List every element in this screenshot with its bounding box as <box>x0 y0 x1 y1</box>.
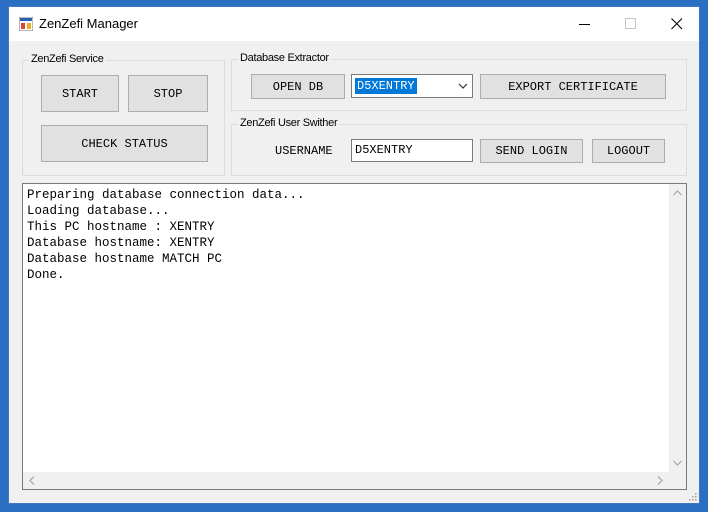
logout-button[interactable]: LOGOUT <box>592 139 665 163</box>
maximize-icon <box>625 18 636 29</box>
maximize-button[interactable] <box>608 7 654 41</box>
app-icon <box>19 17 33 31</box>
user-switcher-label: ZenZefi User Swither <box>238 117 340 129</box>
log-line: This PC hostname : XENTRY <box>27 220 215 234</box>
scroll-down-icon[interactable] <box>673 460 682 466</box>
scroll-up-icon[interactable] <box>673 190 682 196</box>
log-line: Database hostname: XENTRY <box>27 236 215 250</box>
scroll-left-icon[interactable] <box>29 476 35 485</box>
database-extractor-label: Database Extractor <box>238 52 331 64</box>
username-label: USERNAME <box>275 144 333 158</box>
service-group-label: ZenZefi Service <box>29 53 106 65</box>
vertical-scrollbar[interactable] <box>669 184 686 472</box>
window-title: ZenZefi Manager <box>39 16 138 31</box>
log-text: Preparing database connection data... Lo… <box>27 187 305 283</box>
check-status-button[interactable]: CHECK STATUS <box>41 125 208 162</box>
start-button[interactable]: START <box>41 75 119 112</box>
open-db-button[interactable]: OPEN DB <box>251 74 345 99</box>
log-line: Loading database... <box>27 204 170 218</box>
scrollbar-corner <box>669 472 686 489</box>
resize-grip-icon[interactable] <box>687 491 697 501</box>
export-certificate-button[interactable]: EXPORT CERTIFICATE <box>480 74 666 99</box>
send-login-button[interactable]: SEND LOGIN <box>480 139 583 163</box>
chevron-down-icon <box>458 83 468 89</box>
log-line: Preparing database connection data... <box>27 188 305 202</box>
main-window: ZenZefi Manager ZenZefi Service START ST… <box>8 6 700 504</box>
close-icon <box>671 18 683 30</box>
minimize-button[interactable] <box>562 7 608 41</box>
database-select-value: D5XENTRY <box>355 78 417 94</box>
minimize-icon <box>579 24 590 25</box>
title-bar[interactable]: ZenZefi Manager <box>9 7 699 41</box>
log-output[interactable]: Preparing database connection data... Lo… <box>22 183 687 490</box>
horizontal-scrollbar[interactable] <box>23 472 669 489</box>
stop-button[interactable]: STOP <box>128 75 208 112</box>
log-line: Database hostname MATCH PC <box>27 252 223 266</box>
scroll-right-icon[interactable] <box>657 476 663 485</box>
database-select[interactable]: D5XENTRY <box>351 74 473 98</box>
username-field[interactable]: D5XENTRY <box>351 139 473 162</box>
log-line: Done. <box>27 268 65 282</box>
close-button[interactable] <box>654 7 700 41</box>
